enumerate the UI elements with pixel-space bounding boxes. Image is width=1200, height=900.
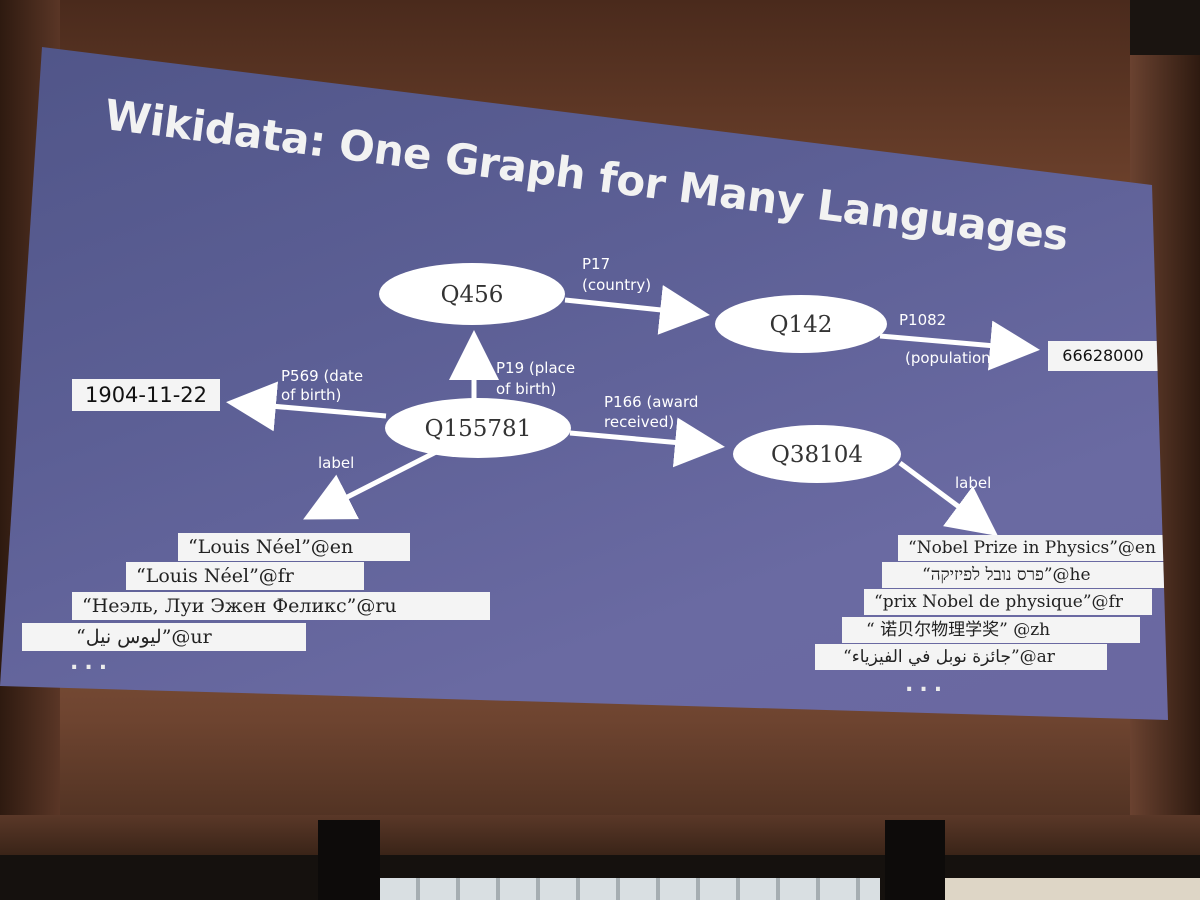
edge-p1082 bbox=[879, 320, 1040, 371]
edge-p1082-label: P1082 bbox=[899, 311, 946, 329]
edge-p569-sublabel: of birth) bbox=[281, 386, 341, 404]
room-beam bbox=[0, 815, 1200, 855]
award-label-fr: “prix Nobel de physique”@fr bbox=[864, 589, 1152, 615]
knowledge-graph: Q456 Q142 Q155781 Q38104 P17 (country) P… bbox=[226, 255, 1040, 536]
room-post-right bbox=[885, 820, 945, 900]
edge-p19-sublabel: of birth) bbox=[496, 380, 556, 398]
edge-label-right-text: label bbox=[955, 474, 991, 492]
person-labels-ellipsis: ... bbox=[70, 650, 114, 675]
node-q155781-label: Q155781 bbox=[425, 416, 532, 442]
award-labels-ellipsis: ... bbox=[905, 672, 949, 697]
projector-bracket bbox=[1130, 0, 1200, 55]
population-value: 66628000 bbox=[1048, 341, 1158, 371]
edge-p19-label: P19 (place bbox=[496, 359, 575, 377]
room-window bbox=[380, 878, 880, 900]
node-q456-label: Q456 bbox=[441, 282, 504, 308]
person-label-ur: “لیوس نیل”@ur bbox=[22, 623, 306, 651]
edge-p17-label: P17 bbox=[582, 255, 610, 273]
node-q155781: Q155781 bbox=[385, 398, 571, 458]
node-q38104-label: Q38104 bbox=[771, 442, 863, 468]
birth-date-value: 1904-11-22 bbox=[72, 379, 220, 411]
person-label-ru: “Неэль, Луи Эжен Феликс”@ru bbox=[72, 592, 490, 620]
room-post-left bbox=[318, 820, 380, 900]
award-label-ar: “جائزة نوبل في الفيزياء”@ar bbox=[815, 644, 1107, 670]
edge-p166 bbox=[569, 417, 725, 468]
node-q456: Q456 bbox=[379, 263, 565, 325]
edge-p1082-sublabel: (population) bbox=[905, 349, 997, 367]
edge-p166-label: P166 (award bbox=[604, 393, 698, 411]
award-label-zh: “ 诺贝尔物理学奖” @zh bbox=[842, 617, 1140, 643]
person-label-fr: “Louis Néel”@fr bbox=[126, 562, 364, 590]
edge-p166-sublabel: received) bbox=[604, 413, 674, 431]
edge-p569 bbox=[226, 381, 387, 432]
person-label-en: “Louis Néel”@en bbox=[178, 533, 410, 561]
node-q38104: Q38104 bbox=[733, 425, 901, 483]
edge-label-left-text: label bbox=[318, 454, 354, 472]
edge-p569-label: P569 (date bbox=[281, 367, 363, 385]
award-label-he: “פרס נובל לפיזיקה”@he bbox=[882, 562, 1168, 588]
edge-p17 bbox=[564, 285, 710, 335]
award-label-en: “Nobel Prize in Physics”@en bbox=[898, 535, 1168, 561]
projected-slide: Wikidata: One Graph for Many Languages Q… bbox=[0, 47, 1168, 720]
node-q142-label: Q142 bbox=[770, 312, 833, 338]
edge-p17-sublabel: (country) bbox=[582, 276, 651, 294]
node-q142: Q142 bbox=[715, 295, 887, 353]
room-window-right bbox=[945, 878, 1200, 900]
